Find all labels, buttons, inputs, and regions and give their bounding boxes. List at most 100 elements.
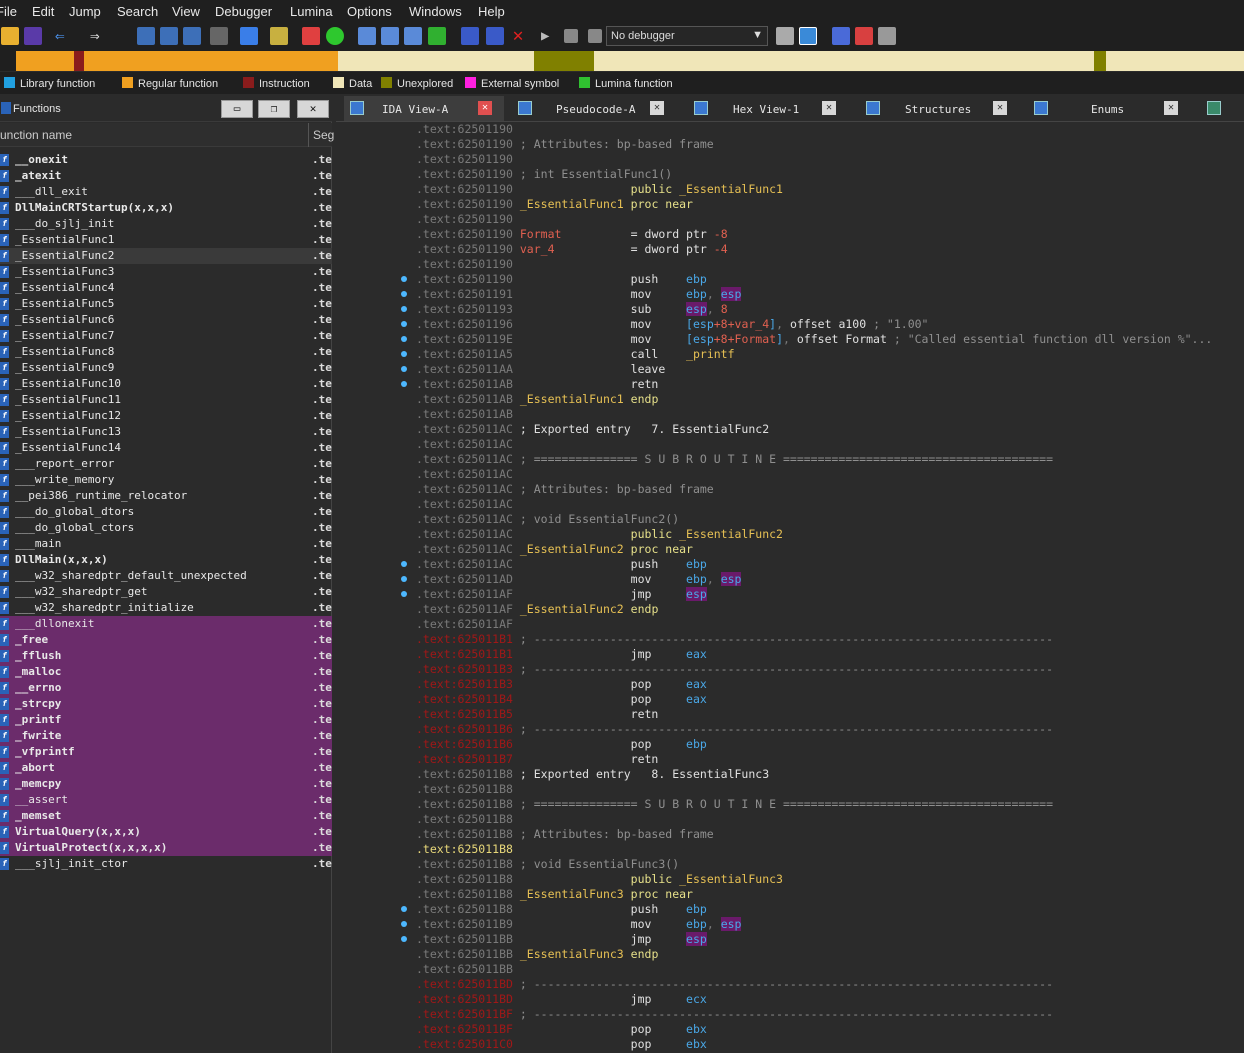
breakpoint-dot[interactable]: [401, 351, 407, 357]
function-row[interactable]: f ___do_global_dtors .te: [0, 504, 332, 520]
disasm-line[interactable]: .text:625011B4 pop eax: [416, 692, 707, 707]
function-row[interactable]: f _EssentialFunc7 .te: [0, 328, 332, 344]
function-row[interactable]: f _EssentialFunc5 .te: [0, 296, 332, 312]
tab-close-icon[interactable]: ✕: [478, 101, 492, 115]
disasm-line[interactable]: .text:625011B3 pop eax: [416, 677, 707, 692]
disasm-line[interactable]: .text:625011BB jmp esp: [416, 932, 707, 947]
tab-close-icon[interactable]: ✕: [822, 101, 836, 115]
menu-options[interactable]: Options: [347, 4, 392, 19]
menu-help[interactable]: Help: [478, 4, 505, 19]
function-row[interactable]: f _EssentialFunc2 .te: [0, 248, 332, 264]
breakpoint-dot[interactable]: [401, 591, 407, 597]
disasm-line[interactable]: .text:625011B8: [416, 842, 520, 857]
disasm-line[interactable]: .text:625011B8: [416, 812, 520, 827]
function-row[interactable]: f ___dllonexit .te: [0, 616, 332, 632]
breakpoint-dot[interactable]: [401, 336, 407, 342]
disasm-line[interactable]: .text:625011AB retn: [416, 377, 658, 392]
function-row[interactable]: f ___write_memory .te: [0, 472, 332, 488]
function-row[interactable]: f __onexit .te: [0, 152, 332, 168]
function-row[interactable]: f _fwrite .te: [0, 728, 332, 744]
forward-arrow-icon[interactable]: ⇒: [90, 27, 114, 45]
function-row[interactable]: f _EssentialFunc3 .te: [0, 264, 332, 280]
disasm-line[interactable]: .text:625011AC public _EssentialFunc2: [416, 527, 783, 542]
disasm-line[interactable]: .text:625011B3 ; -----------------------…: [416, 662, 1053, 677]
minimize-button[interactable]: ▭: [221, 100, 253, 118]
disasm-line[interactable]: .text:62501190: [416, 257, 520, 272]
function-row[interactable]: f __pei386_runtime_relocator .te: [0, 488, 332, 504]
play-icon[interactable]: ▶: [541, 27, 559, 45]
string-icon[interactable]: [404, 27, 422, 45]
function-row[interactable]: f DllMain(x,x,x) .te: [0, 552, 332, 568]
breakpoint-dot[interactable]: [401, 366, 407, 372]
function-row[interactable]: f ___dll_exit .te: [0, 184, 332, 200]
disasm-line[interactable]: .text:625011AC ; =============== S U B R…: [416, 452, 1053, 467]
disasm-line[interactable]: .text:62501190 public _EssentialFunc1: [416, 182, 783, 197]
tab-pseudocode-a[interactable]: Pseudocode-A ✕: [512, 96, 684, 121]
function-row[interactable]: f _EssentialFunc11 .te: [0, 392, 332, 408]
delete-icon[interactable]: ✕: [509, 27, 527, 45]
menu-edit[interactable]: Edit: [32, 4, 54, 19]
ida-view-disassembly[interactable]: .text:62501190 .text:62501190 ; Attribut…: [336, 122, 1244, 1053]
attach-icon[interactable]: [799, 27, 817, 45]
disasm-line[interactable]: .text:62501190 ; Attributes: bp-based fr…: [416, 137, 714, 152]
warning-icon[interactable]: [302, 27, 320, 45]
column-function-name[interactable]: unction name: [0, 128, 72, 142]
struct-icon[interactable]: [461, 27, 479, 45]
function-row[interactable]: f VirtualQuery(x,x,x) .te: [0, 824, 332, 840]
disasm-line[interactable]: .text:625011B7 retn: [416, 752, 658, 767]
disasm-line[interactable]: .text:625011C0 pop ebx: [416, 1037, 707, 1052]
disasm-line[interactable]: .text:62501193 sub esp, 8: [416, 302, 728, 317]
disasm-line[interactable]: .text:625011B8 public _EssentialFunc3: [416, 872, 783, 887]
function-row[interactable]: f __errno .te: [0, 680, 332, 696]
function-row[interactable]: f _EssentialFunc1 .te: [0, 232, 332, 248]
close-button[interactable]: ✕: [297, 100, 329, 118]
breakpoint-dot[interactable]: [401, 906, 407, 912]
run-icon[interactable]: [326, 27, 344, 45]
breakpoint-dot[interactable]: [401, 321, 407, 327]
list-icon[interactable]: [832, 27, 850, 45]
disasm-line[interactable]: .text:625011B6 ; -----------------------…: [416, 722, 1053, 737]
back-arrow-icon[interactable]: ⇐: [55, 27, 79, 45]
disasm-line[interactable]: .text:625011AC ; Attributes: bp-based fr…: [416, 482, 714, 497]
disasm-line[interactable]: .text:625011B8 ; =============== S U B R…: [416, 797, 1053, 812]
function-row[interactable]: f _free .te: [0, 632, 332, 648]
function-row[interactable]: f _EssentialFunc13 .te: [0, 424, 332, 440]
breakpoint-dot[interactable]: [401, 276, 407, 282]
breakpoint-dot[interactable]: [401, 936, 407, 942]
disasm-line[interactable]: .text:625011BF pop ebx: [416, 1022, 707, 1037]
function-row[interactable]: f _memcpy .te: [0, 776, 332, 792]
function-row[interactable]: f VirtualProtect(x,x,x,x) .te: [0, 840, 332, 856]
disasm-line[interactable]: .text:625011AC: [416, 497, 520, 512]
function-row[interactable]: f ___w32_sharedptr_get .te: [0, 584, 332, 600]
disasm-line[interactable]: .text:625011AC: [416, 437, 520, 452]
disasm-line[interactable]: .text:625011AB _EssentialFunc1 endp: [416, 392, 658, 407]
menu-search[interactable]: Search: [117, 4, 158, 19]
disasm-line[interactable]: .text:625011AB: [416, 407, 520, 422]
stop-icon[interactable]: [588, 29, 602, 43]
menu-jump[interactable]: Jump: [69, 4, 101, 19]
function-row[interactable]: f ___main .te: [0, 536, 332, 552]
disasm-line[interactable]: .text:625011AC ; Exported entry 7. Essen…: [416, 422, 769, 437]
menu-lumina[interactable]: Lumina: [290, 4, 333, 19]
disasm-line[interactable]: .text:62501190: [416, 152, 520, 167]
disasm-line[interactable]: .text:625011AC push ebp: [416, 557, 707, 572]
disasm-line[interactable]: .text:62501190 var_4 = dword ptr -4: [416, 242, 728, 257]
restore-button[interactable]: ❐: [258, 100, 290, 118]
function-row[interactable]: f _EssentialFunc4 .te: [0, 280, 332, 296]
disasm-line[interactable]: .text:625011B1 jmp eax: [416, 647, 707, 662]
disasm-line[interactable]: .text:625011BD jmp ecx: [416, 992, 707, 1007]
cross-reference-icon[interactable]: [210, 27, 228, 45]
edit-icon[interactable]: [486, 27, 504, 45]
disasm-line[interactable]: .text:625011AF: [416, 617, 520, 632]
disasm-line[interactable]: .text:62501190: [416, 122, 520, 137]
breakpoint-dot[interactable]: [401, 576, 407, 582]
disasm-line[interactable]: .text:625011AD mov ebp, esp: [416, 572, 742, 587]
disasm-line[interactable]: .text:625011AC _EssentialFunc2 proc near: [416, 542, 693, 557]
data-icon-2[interactable]: [381, 27, 399, 45]
disasm-line[interactable]: .text:62501190 ; int EssentialFunc1(): [416, 167, 672, 182]
function-row[interactable]: f _atexit .te: [0, 168, 332, 184]
nav-left-arrow[interactable]: [0, 51, 16, 71]
disasm-line[interactable]: .text:625011AC ; void EssentialFunc2(): [416, 512, 679, 527]
disasm-line[interactable]: .text:62501191 mov ebp, esp: [416, 287, 742, 302]
disasm-line[interactable]: .text:625011BD ; -----------------------…: [416, 977, 1053, 992]
